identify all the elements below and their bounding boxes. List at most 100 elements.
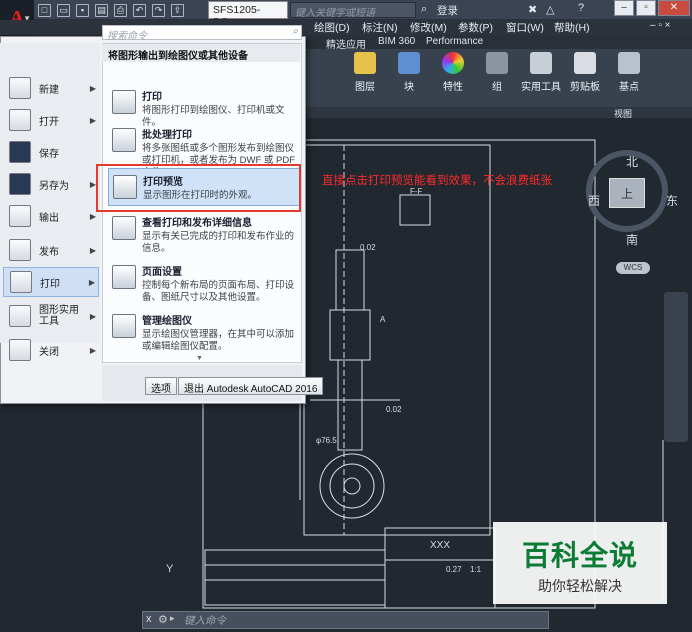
submenu-item-manage-plotters[interactable]: 管理绘图仪显示绘图仪管理器，在其中可以添加或编辑绘图仪配置。	[108, 312, 300, 352]
menu-item-export[interactable]: 输出 ▶	[3, 201, 99, 231]
command-close-button[interactable]: x	[146, 613, 152, 625]
save-icon[interactable]: ▪	[76, 3, 89, 17]
clipboard-icon	[574, 52, 596, 74]
share-icon[interactable]: ⇪	[171, 3, 184, 17]
submenu-item-title: 管理绘图仪	[142, 316, 192, 327]
submenu-item-desc: 显示绘图仪管理器，在其中可以添加或编辑绘图仪配置。	[142, 329, 295, 352]
undo-icon[interactable]: ↶	[133, 3, 146, 17]
tab-bim360[interactable]: BIM 360	[378, 36, 415, 47]
utilities-button[interactable]: 实用工具	[521, 52, 561, 93]
viewcube-north[interactable]: 北	[626, 153, 638, 170]
ribbon-panel-labels	[300, 107, 692, 118]
menu-item-label: 打开	[39, 116, 59, 128]
submenu-item-title: 页面设置	[142, 267, 182, 278]
printer-icon	[10, 271, 32, 293]
block-icon	[398, 52, 420, 74]
save-as-icon	[9, 173, 31, 195]
group-button[interactable]: 组	[477, 52, 517, 93]
highlight-box	[96, 164, 301, 212]
binoculars-icon[interactable]: ⌕	[421, 3, 427, 16]
help-search-input[interactable]: 键入关键字或短语	[290, 2, 416, 19]
open-folder-icon[interactable]: ▭	[57, 3, 70, 17]
menu-item-open[interactable]: 打开 ▶	[3, 105, 99, 135]
menu-modify[interactable]: 修改(M)	[410, 20, 447, 35]
wrench-icon[interactable]: ⚙	[158, 613, 168, 626]
dim-1: 0.02	[360, 243, 376, 252]
wcs-menu[interactable]: WCS	[616, 262, 650, 274]
menu-item-publish[interactable]: 发布 ▶	[3, 235, 99, 265]
layers-button[interactable]: 图层	[345, 52, 385, 93]
save-as-icon[interactable]: ▤	[95, 3, 108, 17]
tab-performance[interactable]: Performance	[426, 36, 483, 47]
menu-item-new[interactable]: 新建 ▶	[3, 73, 99, 103]
exchange-icon[interactable]: ✖	[528, 3, 537, 16]
revision-table	[204, 549, 386, 606]
menu-dimension[interactable]: 标注(N)	[362, 20, 398, 35]
submenu-header: 将图形输出到绘图仪或其他设备	[102, 44, 300, 62]
viewcube-top-face[interactable]: 上	[609, 178, 645, 208]
menu-window[interactable]: 窗口(W)	[506, 20, 544, 35]
basepoint-label: 基点	[619, 82, 639, 93]
close-button[interactable]: ✕	[658, 0, 690, 16]
save-disk-icon	[9, 141, 31, 163]
menu-help[interactable]: 帮助(H)	[554, 20, 590, 35]
submenu-item-title: 查看打印和发布详细信息	[142, 218, 252, 229]
chevron-right-icon: ▶	[89, 83, 96, 93]
plot-icon[interactable]: ⎙	[114, 3, 127, 17]
menu-item-close[interactable]: 关闭 ▶	[3, 335, 99, 365]
options-button[interactable]: 选项	[145, 377, 177, 395]
menu-item-label: 关闭	[39, 346, 59, 358]
scroll-down-icon[interactable]: ▼	[196, 355, 203, 362]
exit-autocad-button[interactable]: 退出 Autodesk AutoCAD 2016	[178, 377, 324, 395]
command-history-icon[interactable]: ▸	[170, 613, 175, 624]
menu-item-save-as[interactable]: 另存为 ▶	[3, 169, 99, 199]
chevron-right-icon: ▶	[88, 277, 95, 287]
submenu-item-plot[interactable]: 打印 将图形打印到绘图仪、打印机或文件。	[108, 88, 300, 128]
view-panel-label[interactable]: 视图	[614, 107, 632, 120]
new-file-icon[interactable]: □	[38, 3, 51, 17]
menu-item-save[interactable]: 保存	[3, 137, 99, 167]
clipboard-label: 剪贴板	[570, 82, 600, 93]
menu-search-placeholder: 搜索命令	[107, 31, 147, 42]
restore-button[interactable]: ▫	[636, 0, 656, 16]
command-input[interactable]: 键入命令	[184, 613, 226, 628]
help-icon[interactable]: ?	[578, 2, 584, 14]
tutorial-annotation: 直接点击打印预览能看到效果，不会浪费纸张	[322, 175, 552, 187]
close-document-icon	[9, 339, 31, 361]
watermark-title: 百科全说	[521, 540, 638, 571]
submenu-item-batch-plot[interactable]: 批处理打印 将多张图纸或多个图形发布到绘图仪或打印机，或者发布为 DWF 或 PD…	[108, 126, 300, 178]
label-a: A	[380, 315, 386, 324]
color-wheel-icon	[442, 52, 464, 74]
dim-2: 0.02	[386, 405, 402, 414]
navigation-bar[interactable]	[664, 292, 688, 442]
clipboard-button[interactable]: 剪贴板	[565, 52, 605, 93]
menu-parametric[interactable]: 参数(P)	[458, 20, 493, 35]
submenu-item-plot-details[interactable]: 查看打印和发布详细信息 显示有关已完成的打印和发布作业的信息。	[108, 214, 300, 254]
menu-search-input[interactable]: 搜索命令 ⌕	[102, 25, 302, 42]
submenu-item-page-setup[interactable]: 页面设置 控制每个新布局的页面布局、打印设备、图纸尺寸以及其他设置。	[108, 263, 300, 303]
printer-icon	[112, 90, 136, 114]
viewcube-east[interactable]: 东	[666, 192, 678, 209]
dim-3: φ76.5	[316, 436, 337, 445]
a360-icon[interactable]: △	[546, 3, 554, 16]
sign-in-link[interactable]: 登录	[437, 3, 458, 18]
minimize-button[interactable]: –	[614, 0, 634, 16]
watermark-subtitle: 助你轻松解决	[538, 578, 622, 594]
group-icon	[486, 52, 508, 74]
window-controls-icon[interactable]: – ▫ ×	[650, 20, 671, 31]
scale-ratio: 1:1	[470, 565, 482, 574]
properties-button[interactable]: 特性	[433, 52, 473, 93]
scale-value: 0.27	[446, 565, 462, 574]
menu-item-drawing-utilities[interactable]: 图形实用工具 ▶	[3, 300, 99, 332]
block-button[interactable]: 块	[389, 52, 429, 93]
document-title: SFS1205-2.8-...	[208, 1, 288, 28]
viewcube-west[interactable]: 西	[588, 192, 600, 209]
viewcube-south[interactable]: 南	[626, 231, 638, 248]
menu-item-print[interactable]: 打印 ▶	[3, 267, 99, 297]
basepoint-button[interactable]: 基点	[609, 52, 649, 93]
redo-icon[interactable]: ↷	[152, 3, 165, 17]
menu-item-label: 新建	[39, 84, 59, 96]
part-name: XXX	[430, 540, 450, 551]
menu-draw[interactable]: 绘图(D)	[314, 20, 350, 35]
new-file-icon	[9, 77, 31, 99]
